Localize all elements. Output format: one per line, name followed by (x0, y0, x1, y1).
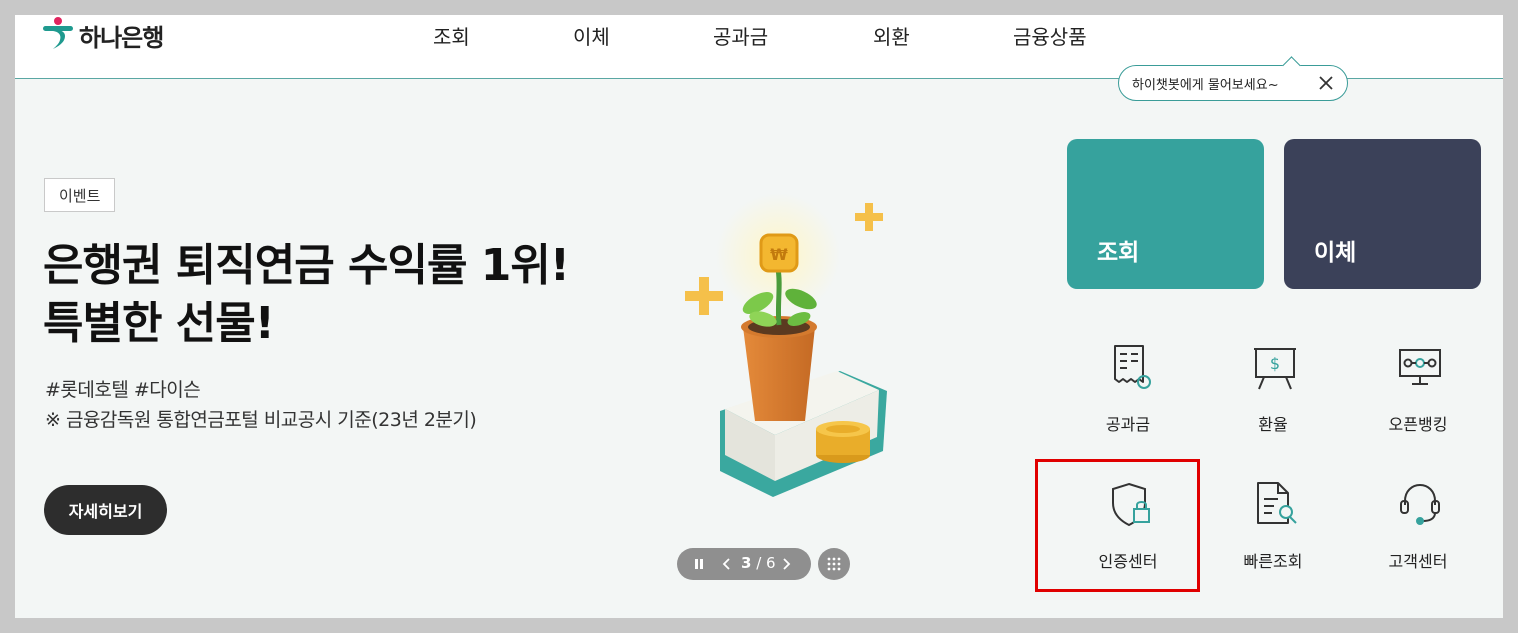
pause-icon[interactable] (693, 558, 705, 570)
inquiry-tile[interactable]: 조회 (1067, 139, 1264, 289)
bill-receipt-icon (1114, 345, 1151, 389)
quick-fast-inquiry-label: 빠른조회 (1243, 552, 1303, 571)
inquiry-tile-label: 조회 (1097, 240, 1140, 266)
hero-note: ※ 금융감독원 통합연금포털 비교공시 기준(23년 2분기) (45, 409, 477, 431)
chatbot-tooltip[interactable]: 하이챗봇에게 물어보세요~ (1118, 65, 1348, 101)
quick-utility-bills-label: 공과금 (1105, 415, 1151, 434)
close-icon[interactable] (1317, 74, 1335, 92)
highlight-box (1035, 459, 1200, 592)
exchange-rate-board-icon: $ (1254, 348, 1296, 390)
quick-customer-center[interactable]: 고객센터 (1358, 479, 1478, 589)
quick-open-banking[interactable]: 오픈뱅킹 (1358, 342, 1478, 452)
carousel-separator: / (751, 554, 767, 572)
carousel-all-button[interactable] (818, 548, 850, 580)
svg-text:$: $ (1270, 354, 1280, 373)
nav-transfer[interactable]: 이체 (573, 23, 610, 51)
quick-utility-bills[interactable]: 공과금 (1068, 342, 1188, 452)
quick-open-banking-label: 오픈뱅킹 (1388, 415, 1448, 434)
svg-text:₩: ₩ (770, 245, 788, 264)
hero-title-line2: 특별한 선물! (43, 298, 275, 349)
quick-exchange-rate[interactable]: $ 환율 (1213, 342, 1333, 452)
carousel-controls: 3 / 6 (677, 548, 811, 580)
nav-inquiry[interactable]: 조회 (433, 23, 470, 51)
hero-title-line1: 은행권 퇴직연금 수익률 1위! (43, 240, 570, 291)
carousel-total: 6 (766, 554, 776, 572)
quick-exchange-rate-label: 환율 (1258, 415, 1288, 434)
event-badge: 이벤트 (44, 178, 116, 212)
document-search-icon (1257, 482, 1297, 524)
nav-foreign-exchange[interactable]: 외환 (873, 23, 910, 51)
hero-tags: #롯데호텔 #다이슨 (45, 379, 201, 401)
chatbot-tooltip-text: 하이챗봇에게 물어보세요~ (1132, 77, 1279, 93)
details-button[interactable]: 자세히보기 (44, 485, 167, 535)
transfer-tile-label: 이체 (1314, 240, 1357, 266)
nav-financial-products[interactable]: 금융상품 (1013, 23, 1087, 51)
quick-fast-inquiry[interactable]: 빠른조회 (1213, 479, 1333, 589)
chevron-left-icon[interactable] (720, 557, 734, 571)
money-plant-illustration: ₩ (685, 193, 887, 497)
grid-dots-icon (827, 557, 841, 571)
open-banking-icon (1399, 349, 1441, 385)
headset-icon (1400, 483, 1440, 525)
hero-subtext: #롯데호텔 #다이슨 ※ 금융감독원 통합연금포털 비교공시 기준(23년 2분… (45, 375, 477, 435)
page: 하나은행 조회 이체 공과금 외환 금융상품 하이챗봇에게 물어보세요~ 이벤트… (15, 15, 1503, 618)
hero-headline: 은행권 퇴직연금 수익률 1위! 특별한 선물! (43, 237, 570, 353)
nav-utility-bills[interactable]: 공과금 (713, 23, 768, 51)
transfer-tile[interactable]: 이체 (1284, 139, 1481, 289)
chevron-right-icon[interactable] (779, 557, 793, 571)
carousel-pager: 3 / 6 (741, 554, 776, 572)
main-nav: 조회 이체 공과금 외환 금융상품 (15, 23, 1503, 63)
carousel-current: 3 (741, 554, 752, 572)
quick-customer-center-label: 고객센터 (1388, 552, 1448, 571)
